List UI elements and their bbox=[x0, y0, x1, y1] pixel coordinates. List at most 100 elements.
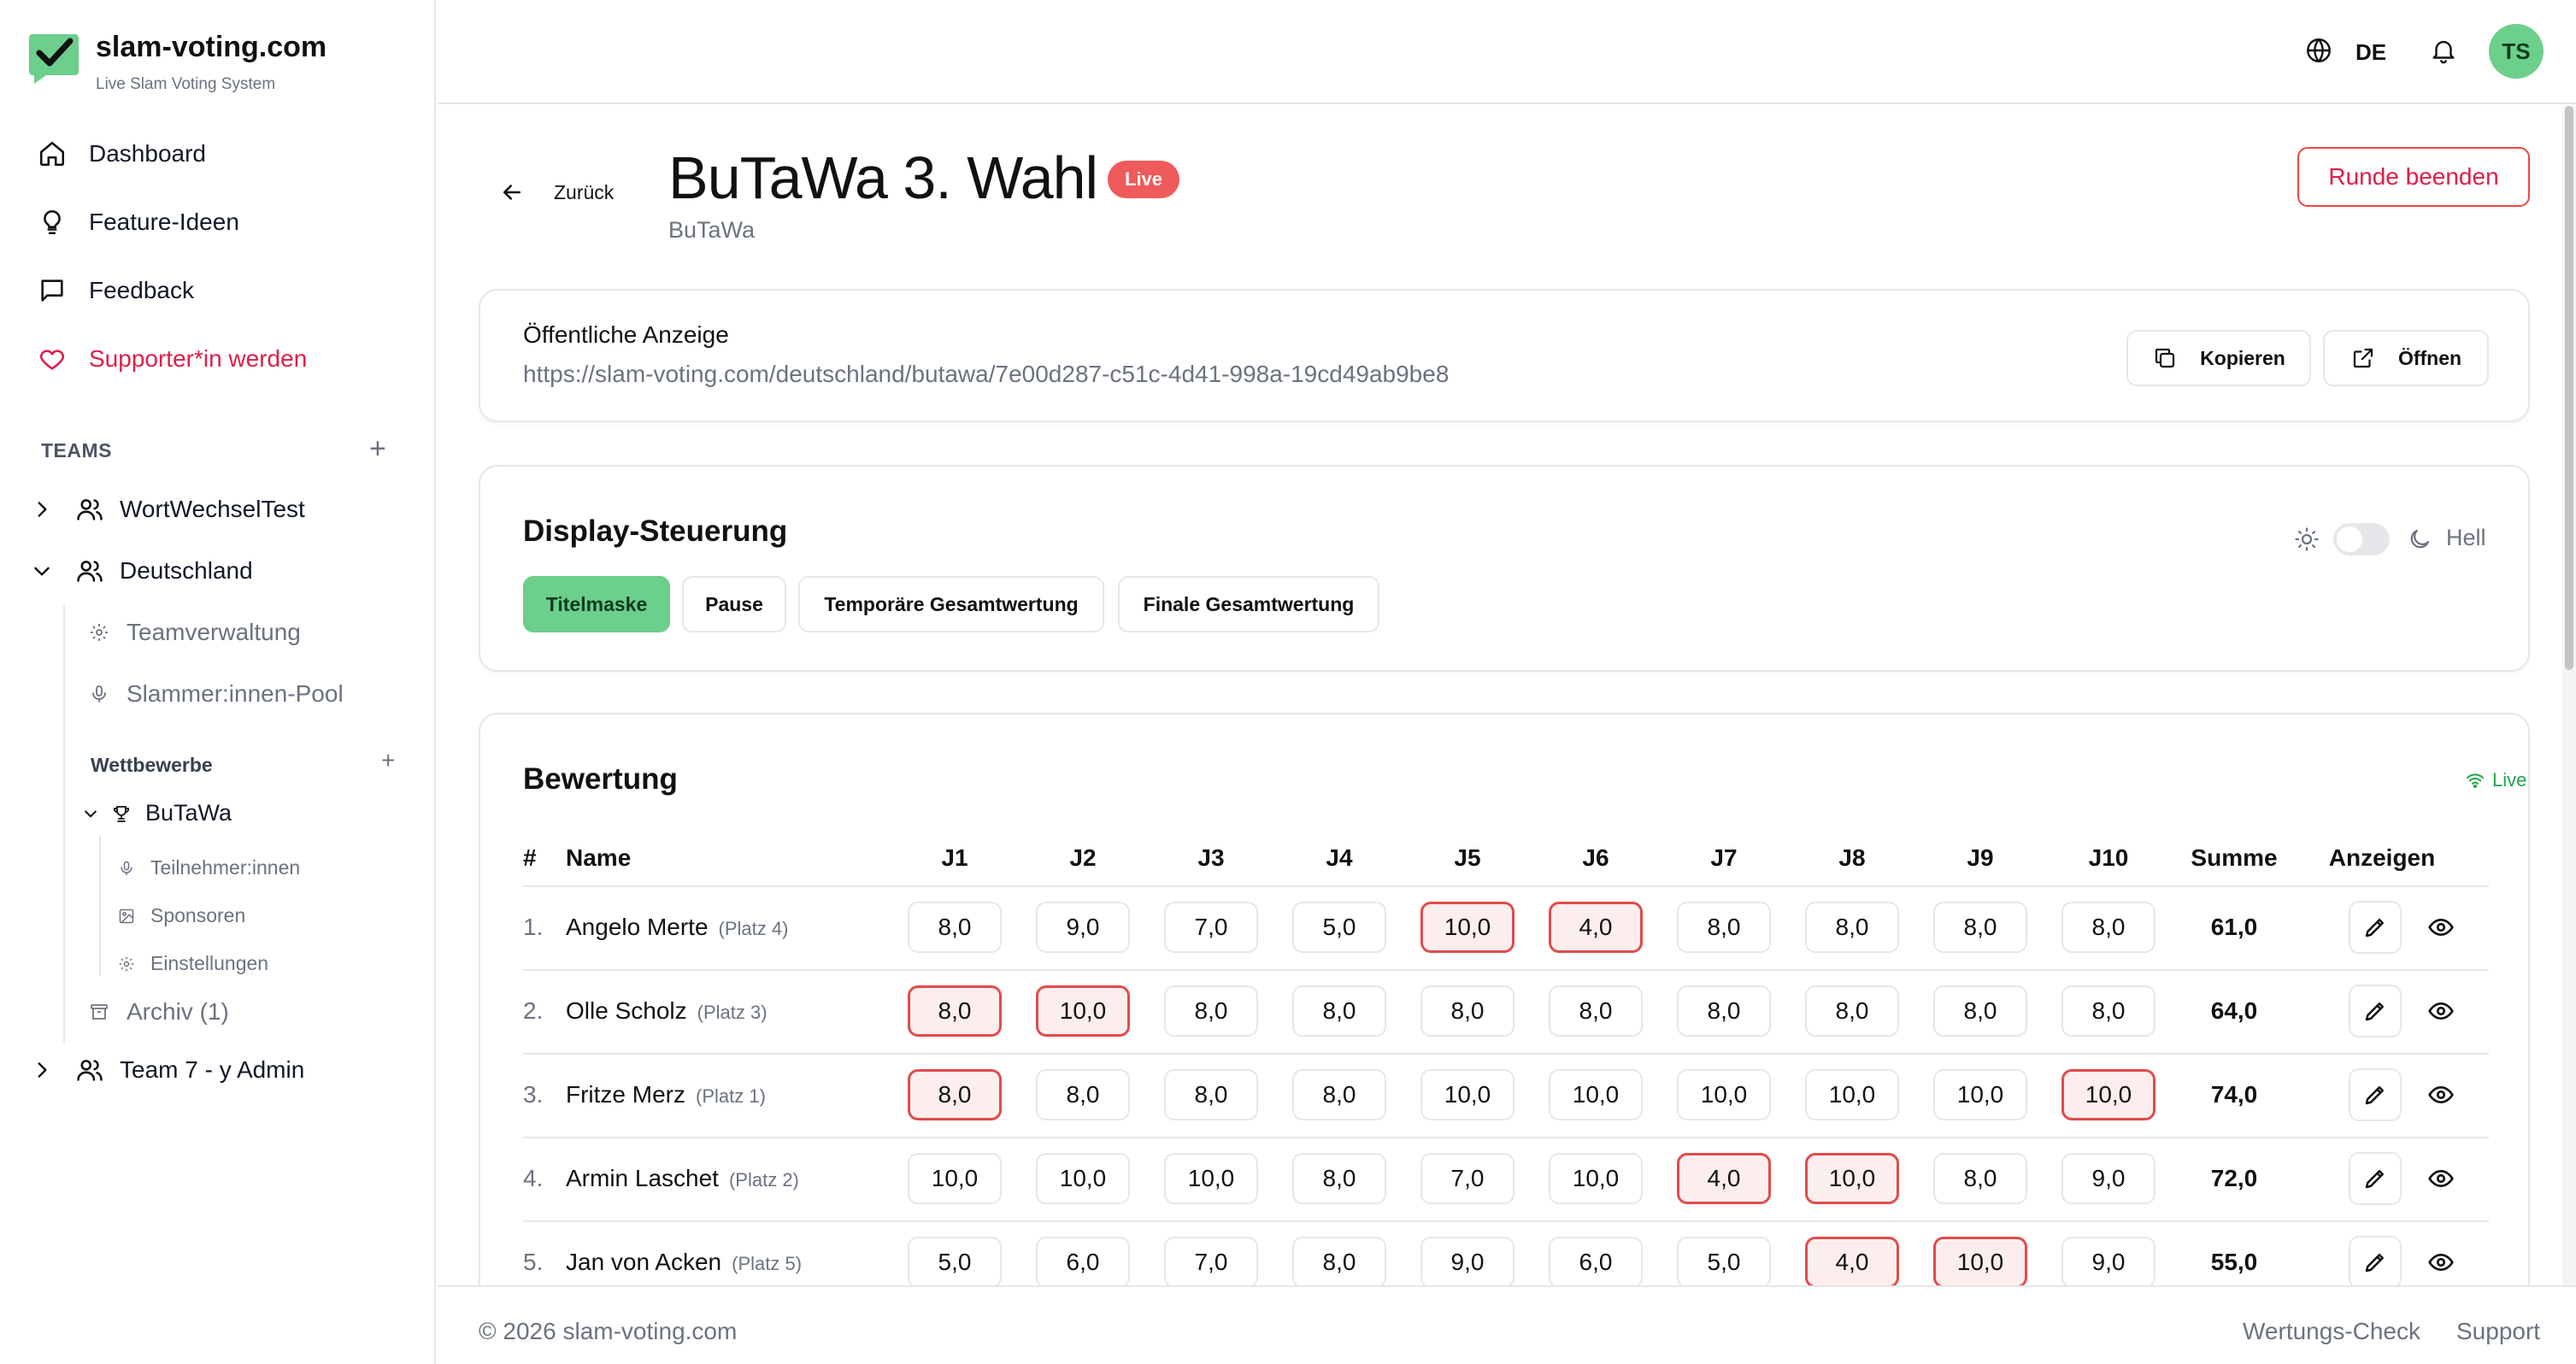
scrollbar[interactable] bbox=[2562, 106, 2576, 1285]
score-field[interactable]: 6,0 bbox=[1549, 1237, 1643, 1288]
score-field[interactable]: 7,0 bbox=[1420, 1153, 1514, 1204]
score-field[interactable]: 10,0 bbox=[1933, 1069, 2027, 1120]
score-field[interactable]: 10,0 bbox=[1420, 902, 1514, 953]
score-field[interactable]: 8,0 bbox=[908, 985, 1002, 1037]
chevron-down-icon[interactable] bbox=[82, 805, 99, 822]
score-field[interactable]: 8,0 bbox=[1036, 1069, 1130, 1120]
language-selector[interactable]: DE bbox=[2355, 39, 2386, 66]
score-field[interactable]: 10,0 bbox=[1805, 1153, 1899, 1204]
score-field[interactable]: 10,0 bbox=[1549, 1069, 1643, 1120]
score-field[interactable]: 8,0 bbox=[1420, 985, 1514, 1037]
show-button[interactable] bbox=[2424, 910, 2458, 944]
score-field[interactable]: 8,0 bbox=[1292, 1153, 1386, 1204]
chevron-down-icon[interactable] bbox=[31, 560, 53, 582]
score-field[interactable]: 5,0 bbox=[1677, 1237, 1771, 1288]
sidebar-item-archiv[interactable]: Archiv (1) bbox=[89, 998, 229, 1026]
score-field[interactable]: 4,0 bbox=[1677, 1153, 1771, 1204]
score-field[interactable]: 8,0 bbox=[908, 902, 1002, 953]
edit-button[interactable] bbox=[2349, 1068, 2402, 1121]
score-field[interactable]: 4,0 bbox=[1549, 902, 1643, 953]
score-field[interactable]: 9,0 bbox=[1036, 902, 1130, 953]
score-field[interactable]: 10,0 bbox=[1549, 1153, 1643, 1204]
score-field[interactable]: 10,0 bbox=[1036, 985, 1130, 1037]
edit-button[interactable] bbox=[2349, 1236, 2402, 1289]
open-button[interactable]: Öffnen bbox=[2323, 330, 2489, 386]
score-field[interactable]: 10,0 bbox=[1036, 1153, 1130, 1204]
add-team-icon[interactable]: + bbox=[369, 434, 386, 463]
score-field[interactable]: 8,0 bbox=[1677, 902, 1771, 953]
score-field[interactable]: 8,0 bbox=[1805, 902, 1899, 953]
public-url[interactable]: https://slam-voting.com/deutschland/buta… bbox=[523, 361, 1449, 388]
score-field[interactable]: 10,0 bbox=[1420, 1069, 1514, 1120]
avatar[interactable]: TS bbox=[2489, 24, 2544, 79]
score-field[interactable]: 7,0 bbox=[1164, 902, 1258, 953]
team-item-deutschland[interactable]: Deutschland bbox=[31, 547, 253, 595]
scrollbar-thumb[interactable] bbox=[2565, 106, 2573, 670]
sidebar-item-teamverwaltung[interactable]: Teamverwaltung bbox=[89, 619, 301, 646]
footer-link-support[interactable]: Support bbox=[2456, 1318, 2540, 1345]
end-round-button[interactable]: Runde beenden bbox=[2297, 147, 2530, 207]
team-item-wortwechseltest[interactable]: WortWechselTest bbox=[31, 485, 305, 533]
score-field[interactable]: 10,0 bbox=[908, 1153, 1002, 1204]
sidebar-item-teilnehmer[interactable]: Teilnehmer:innen bbox=[118, 856, 300, 879]
sidebar-item-slammer-pool[interactable]: Slammer:innen-Pool bbox=[89, 680, 344, 708]
chevron-right-icon[interactable] bbox=[31, 498, 53, 520]
back-button[interactable]: Zurück bbox=[499, 179, 614, 205]
final-total-button[interactable]: Finale Gesamtwertung bbox=[1118, 576, 1379, 632]
score-field[interactable]: 5,0 bbox=[908, 1237, 1002, 1288]
pause-button[interactable]: Pause bbox=[682, 576, 786, 632]
sidebar-item-sponsoren[interactable]: Sponsoren bbox=[118, 904, 245, 927]
theme-toggle[interactable] bbox=[2333, 523, 2390, 556]
show-button[interactable] bbox=[2424, 1161, 2458, 1196]
score-field[interactable]: 9,0 bbox=[2061, 1237, 2155, 1288]
score-field[interactable]: 7,0 bbox=[1164, 1237, 1258, 1288]
score-field[interactable]: 8,0 bbox=[1677, 985, 1771, 1037]
score-field[interactable]: 8,0 bbox=[1164, 985, 1258, 1037]
score-field[interactable]: 8,0 bbox=[1292, 1069, 1386, 1120]
team-item-team7[interactable]: Team 7 - y Admin bbox=[31, 1046, 304, 1094]
nav-supporter[interactable]: Supporter*in werden bbox=[38, 333, 307, 385]
score-field[interactable]: 8,0 bbox=[2061, 902, 2155, 953]
score-field[interactable]: 8,0 bbox=[1933, 902, 2027, 953]
chevron-right-icon[interactable] bbox=[31, 1059, 53, 1081]
nav-dashboard[interactable]: Dashboard bbox=[38, 128, 206, 179]
sidebar-item-einstellungen[interactable]: Einstellungen bbox=[118, 952, 268, 975]
score-field[interactable]: 8,0 bbox=[1933, 1153, 2027, 1204]
temp-total-button[interactable]: Temporäre Gesamtwertung bbox=[798, 576, 1104, 632]
score-field[interactable]: 4,0 bbox=[1805, 1237, 1899, 1288]
add-competition-icon[interactable]: + bbox=[381, 749, 395, 773]
score-field[interactable]: 8,0 bbox=[1164, 1069, 1258, 1120]
bell-icon[interactable] bbox=[2429, 36, 2458, 65]
nav-feature-ideas[interactable]: Feature-Ideen bbox=[38, 197, 239, 248]
edit-button[interactable] bbox=[2349, 901, 2402, 954]
nav-feedback[interactable]: Feedback bbox=[38, 265, 194, 316]
score-field[interactable]: 8,0 bbox=[1292, 1237, 1386, 1288]
lightbulb-icon bbox=[44, 209, 61, 235]
brand-title[interactable]: slam-voting.com bbox=[96, 31, 326, 64]
score-field[interactable]: 9,0 bbox=[2061, 1153, 2155, 1204]
score-field[interactable]: 8,0 bbox=[2061, 985, 2155, 1037]
score-field[interactable]: 10,0 bbox=[1805, 1069, 1899, 1120]
show-button[interactable] bbox=[2424, 994, 2458, 1028]
sidebar-item-butawa[interactable]: BuTaWa bbox=[82, 800, 232, 826]
score-field[interactable]: 8,0 bbox=[1549, 985, 1643, 1037]
footer-link-wertungs-check[interactable]: Wertungs-Check bbox=[2243, 1318, 2420, 1345]
score-field[interactable]: 8,0 bbox=[1805, 985, 1899, 1037]
score-field[interactable]: 10,0 bbox=[1677, 1069, 1771, 1120]
globe-icon[interactable] bbox=[2304, 36, 2333, 65]
copy-button[interactable]: Kopieren bbox=[2126, 330, 2311, 386]
score-field[interactable]: 10,0 bbox=[2061, 1069, 2155, 1120]
score-field[interactable]: 8,0 bbox=[1933, 985, 2027, 1037]
score-field[interactable]: 9,0 bbox=[1420, 1237, 1514, 1288]
score-field[interactable]: 5,0 bbox=[1292, 902, 1386, 953]
score-field[interactable]: 8,0 bbox=[908, 1069, 1002, 1120]
edit-button[interactable] bbox=[2349, 1152, 2402, 1205]
titelmaske-button[interactable]: Titelmaske bbox=[523, 576, 670, 632]
score-field[interactable]: 6,0 bbox=[1036, 1237, 1130, 1288]
score-field[interactable]: 8,0 bbox=[1292, 985, 1386, 1037]
edit-button[interactable] bbox=[2349, 985, 2402, 1038]
score-field[interactable]: 10,0 bbox=[1164, 1153, 1258, 1204]
show-button[interactable] bbox=[2424, 1245, 2458, 1279]
score-field[interactable]: 10,0 bbox=[1933, 1237, 2027, 1288]
show-button[interactable] bbox=[2424, 1078, 2458, 1112]
